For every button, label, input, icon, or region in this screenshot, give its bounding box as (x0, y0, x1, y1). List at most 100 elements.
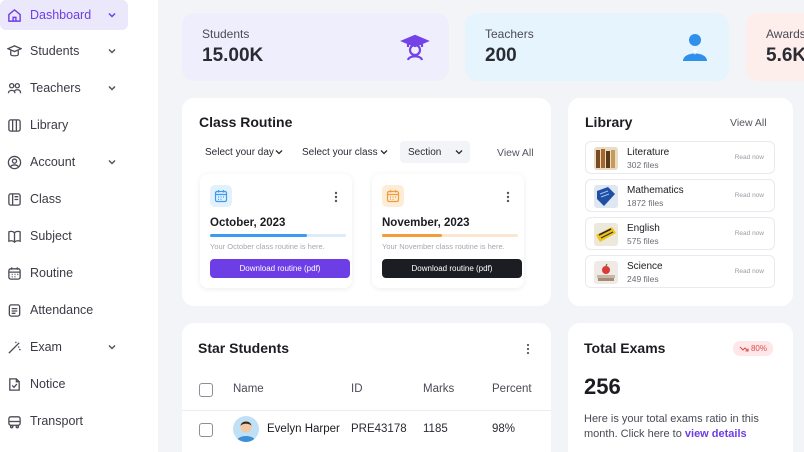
sidebar-item-class[interactable]: Class (0, 184, 128, 214)
more-options-icon[interactable] (334, 190, 338, 203)
section-select-value: Section (408, 146, 442, 158)
library-title: Library (585, 114, 633, 130)
stat-value: 200 (485, 45, 517, 66)
library-item-mathematics[interactable]: Mathematics 1872 files Read now (585, 179, 775, 212)
sidebar-item-account[interactable]: Account (0, 147, 128, 177)
students-stat-card: Students 15.00K (182, 13, 449, 81)
routine-card-november: November, 2023 Your November class routi… (372, 174, 524, 288)
teachers-stat-card: Teachers 200 (465, 13, 729, 81)
sidebar-item-library[interactable]: Library (0, 110, 128, 140)
read-now-link[interactable]: Read now (735, 192, 764, 199)
class-icon (6, 191, 22, 207)
student-id: PRE43178 (351, 423, 407, 435)
section-select[interactable]: Section (400, 141, 470, 163)
library-item-name: Mathematics (627, 185, 684, 196)
chevron-down-icon (274, 147, 284, 157)
sidebar-item-label: Dashboard (30, 8, 92, 22)
routine-progress-bar (210, 234, 346, 237)
library-item-files: 302 files (627, 160, 659, 170)
library-view-all-link[interactable]: View All (730, 117, 767, 129)
routine-month: October, 2023 (210, 217, 286, 229)
attendance-icon (6, 302, 22, 318)
change-badge: 80% (733, 341, 773, 356)
exam-icon (6, 339, 22, 355)
sidebar-item-label: Attendance (30, 303, 94, 317)
library-item-files: 575 files (627, 236, 659, 246)
routine-description: Your November class routine is here. (382, 242, 505, 251)
sidebar-item-exam[interactable]: Exam (0, 332, 128, 362)
class-select[interactable]: Select your class (294, 141, 395, 163)
stat-label: Teachers (485, 27, 534, 41)
stat-value: 5.6K (766, 45, 804, 66)
library-item-english[interactable]: English 575 files Read now (585, 217, 775, 250)
sidebar-item-label: Library (30, 118, 69, 132)
sidebar-item-notice[interactable]: Notice (0, 369, 128, 399)
total-exams-title: Total Exams (584, 340, 666, 356)
teachers-icon (6, 80, 22, 96)
routine-progress-fill (382, 234, 442, 237)
books-icon (594, 147, 618, 170)
student-marks: 1185 (423, 423, 448, 435)
library-icon (6, 117, 22, 133)
sidebar-item-routine[interactable]: Routine (0, 258, 128, 288)
graduation-cap-icon (399, 31, 431, 63)
library-item-name: Science (627, 261, 663, 272)
routine-icon (6, 265, 22, 281)
change-badge-value: 80% (750, 344, 767, 353)
chevron-down-icon (379, 147, 389, 157)
sidebar-item-transport[interactable]: Transport (0, 406, 128, 436)
sidebar-item-teachers[interactable]: Teachers (0, 73, 128, 103)
sidebar-item-subject[interactable]: Subject (0, 221, 128, 251)
chevron-down-icon (106, 44, 118, 56)
sidebar-item-label: Students (30, 44, 80, 58)
class-select-value: Select your class (302, 146, 378, 158)
total-exams-value: 256 (584, 374, 621, 399)
science-book-icon (594, 261, 618, 284)
sidebar-item-dashboard[interactable]: Dashboard (0, 0, 128, 30)
routine-description: Your October class routine is here. (210, 242, 325, 251)
awards-stat-card: Awards 5.6K (746, 13, 804, 81)
column-header-name: Name (233, 383, 264, 395)
more-options-icon[interactable] (506, 190, 510, 203)
stat-value: 15.00K (202, 45, 264, 66)
sidebar-item-attendance[interactable]: Attendance (0, 295, 128, 325)
column-header-percent: Percent (492, 383, 532, 395)
total-exams-description: Here is your total exams ratio in this m… (584, 412, 774, 441)
more-options-icon[interactable] (526, 342, 530, 355)
routine-progress-fill (210, 234, 307, 237)
chevron-down-icon (454, 147, 464, 157)
read-now-link[interactable]: Read now (735, 268, 764, 275)
download-routine-button[interactable]: Download routine (pdf) (210, 259, 350, 278)
download-routine-button[interactable]: Download routine (pdf) (382, 259, 522, 278)
routine-view-all-link[interactable]: View All (497, 147, 534, 159)
day-select[interactable]: Select your day (197, 141, 290, 163)
student-name: Evelyn Harper (267, 423, 340, 435)
teacher-icon (679, 31, 711, 63)
day-select-value: Select your day (205, 146, 274, 158)
read-now-link[interactable]: Read now (735, 154, 764, 161)
routine-month: November, 2023 (382, 217, 470, 229)
stat-label: Students (202, 27, 250, 41)
sidebar-item-label: Class (30, 192, 62, 206)
sidebar-item-label: Transport (30, 414, 84, 428)
students-icon (6, 43, 22, 59)
sidebar-item-students[interactable]: Students (0, 36, 128, 66)
chevron-down-icon (106, 155, 118, 167)
column-header-marks: Marks (423, 383, 455, 395)
chevron-down-icon (106, 8, 118, 20)
sidebar-item-label: Subject (30, 229, 72, 243)
transport-icon (6, 413, 22, 429)
class-routine-title: Class Routine (199, 114, 293, 130)
select-all-checkbox[interactable] (199, 383, 213, 397)
view-details-link[interactable]: view details (685, 428, 747, 440)
library-item-literature[interactable]: Literature 302 files Read now (585, 141, 775, 174)
library-item-science[interactable]: Science 249 files Read now (585, 255, 775, 288)
row-checkbox[interactable] (199, 423, 213, 437)
routine-card-october: October, 2023 Your October class routine… (200, 174, 352, 288)
sidebar-item-label: Teachers (30, 81, 81, 95)
notice-icon (6, 376, 22, 392)
library-item-files: 249 files (627, 274, 659, 284)
sidebar-item-label: Notice (30, 377, 66, 391)
read-now-link[interactable]: Read now (735, 230, 764, 237)
sidebar: Dashboard Students Teachers Library Acco… (0, 0, 158, 452)
